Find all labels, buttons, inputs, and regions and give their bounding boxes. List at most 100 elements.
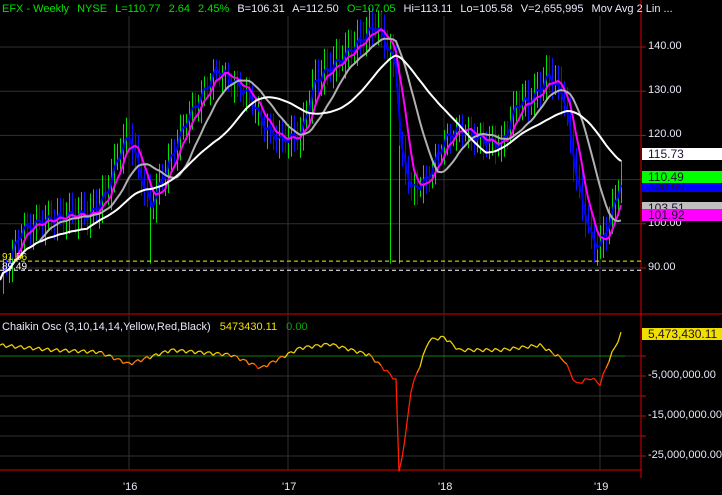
chaikin-segment bbox=[62, 348, 67, 351]
chaikin-segment bbox=[296, 346, 301, 350]
chaikin-segment bbox=[152, 353, 157, 356]
chaikin-segment bbox=[113, 358, 118, 361]
chaikin-segment bbox=[311, 344, 316, 349]
chaikin-segment bbox=[614, 341, 619, 348]
price-chart[interactable]: 91.5689.49 bbox=[0, 0, 722, 495]
chaikin-segment bbox=[404, 414, 409, 439]
chaikin-segment bbox=[524, 346, 529, 350]
chaikin-segment bbox=[332, 343, 337, 346]
moving-average-fast bbox=[0, 26, 622, 281]
price-tag: 115.73 bbox=[642, 148, 722, 161]
chaikin-segment bbox=[290, 351, 295, 354]
chaikin-segment bbox=[476, 347, 481, 351]
chaikin-segment bbox=[542, 346, 547, 352]
moving-average-long bbox=[0, 54, 622, 281]
chaikin-segment bbox=[200, 350, 205, 356]
chaikin-segment bbox=[545, 348, 550, 352]
chaikin-segment bbox=[77, 350, 82, 354]
chaikin-segment bbox=[515, 347, 520, 351]
price-tag: 101.92 bbox=[642, 209, 722, 222]
chaikin-segment bbox=[575, 381, 580, 384]
chaikin-segment bbox=[491, 347, 496, 353]
chaikin-segment bbox=[158, 351, 163, 357]
chaikin-segment bbox=[14, 346, 19, 349]
chaikin-segment bbox=[20, 345, 25, 350]
chaikin-segment bbox=[299, 346, 304, 351]
chaikin-segment bbox=[539, 343, 544, 348]
ask: A=112.50 bbox=[292, 3, 339, 15]
high: Hi=113.11 bbox=[403, 3, 453, 15]
chaikin-segment bbox=[536, 343, 541, 348]
chaikin-segment bbox=[386, 369, 391, 375]
open: O=107.05 bbox=[346, 3, 396, 15]
chaikin-segment bbox=[449, 340, 454, 345]
chaikin-segment bbox=[263, 364, 268, 368]
chaikin-segment bbox=[143, 356, 148, 360]
chaikin-segment bbox=[344, 346, 349, 352]
chaikin-segment bbox=[395, 378, 400, 472]
chaikin-segment bbox=[488, 349, 493, 353]
chaikin-segment bbox=[509, 346, 514, 352]
chaikin-segment bbox=[209, 351, 214, 356]
price-bars bbox=[3, 7, 622, 294]
chaikin-segment bbox=[458, 347, 463, 351]
chaikin-segment bbox=[581, 378, 586, 384]
chaikin-segment bbox=[518, 345, 523, 350]
chaikin-segment bbox=[560, 357, 565, 363]
chaikin-segment bbox=[38, 346, 43, 352]
chaikin-segment bbox=[185, 350, 190, 354]
chaikin-segment bbox=[506, 348, 511, 352]
chaikin-segment bbox=[35, 346, 40, 350]
change-pct: 2.45% bbox=[198, 3, 230, 15]
chaikin-segment bbox=[494, 347, 499, 351]
chaikin-segment bbox=[530, 344, 535, 347]
time-axis-label: '16 bbox=[123, 481, 138, 493]
chaikin-segment bbox=[479, 349, 484, 353]
chaikin-segment bbox=[308, 345, 313, 349]
chaikin-segment bbox=[50, 349, 55, 353]
chaikin-segment bbox=[521, 345, 526, 348]
chaikin-segment bbox=[134, 359, 139, 363]
study-label[interactable]: Mov Avg 2 Lin ... bbox=[592, 3, 673, 15]
price-tag: 110.49 bbox=[642, 171, 722, 184]
chaikin-segment bbox=[236, 355, 241, 362]
low: Lo=105.58 bbox=[460, 3, 513, 15]
exchange: NYSE bbox=[77, 3, 108, 15]
chaikin-segment bbox=[5, 345, 10, 349]
chaikin-segment bbox=[359, 350, 364, 354]
chaikin-segment bbox=[422, 347, 427, 356]
indicator-header: Chaikin Osc (3,10,14,14,Yellow,Red,Black… bbox=[2, 321, 314, 333]
chaikin-segment bbox=[56, 348, 61, 353]
price-axis-label: 120.00 bbox=[648, 128, 682, 141]
chaikin-segment bbox=[80, 349, 85, 352]
chaikin-segment bbox=[452, 344, 457, 350]
chaikin-segment bbox=[593, 377, 598, 383]
chaikin-segment bbox=[347, 348, 352, 352]
chaikin-segment bbox=[272, 360, 277, 363]
chaikin-segment bbox=[242, 358, 247, 361]
indicator-axis-label: -5,000,000.00 bbox=[648, 369, 716, 381]
chaikin-segment bbox=[605, 361, 610, 369]
chaikin-segment bbox=[464, 348, 469, 353]
chaikin-segment bbox=[326, 343, 331, 347]
chaikin-segment bbox=[2, 343, 7, 348]
chaikin-segment bbox=[269, 360, 274, 363]
indicator-title[interactable]: Chaikin Osc (3,10,14,14,Yellow,Red,Black… bbox=[2, 321, 211, 333]
bid: B=106.31 bbox=[237, 3, 285, 15]
symbol: EFX - Weekly bbox=[2, 3, 70, 15]
chaikin-segment bbox=[473, 348, 478, 353]
chaikin-segment bbox=[191, 349, 196, 355]
chaikin-segment bbox=[245, 359, 250, 366]
chaikin-segment bbox=[83, 349, 88, 354]
chaikin-segment bbox=[377, 361, 382, 366]
chaikin-segment bbox=[608, 351, 613, 362]
chaikin-segment bbox=[353, 349, 358, 354]
chaikin-segment bbox=[482, 347, 487, 353]
chaikin-segment bbox=[407, 391, 412, 415]
chaikin-segment bbox=[137, 359, 142, 363]
chaikin-segment bbox=[140, 358, 145, 363]
chaikin-segment bbox=[89, 349, 94, 352]
chaikin-segment bbox=[380, 365, 385, 372]
chaikin-segment bbox=[248, 362, 253, 366]
chaikin-segment bbox=[572, 379, 577, 383]
